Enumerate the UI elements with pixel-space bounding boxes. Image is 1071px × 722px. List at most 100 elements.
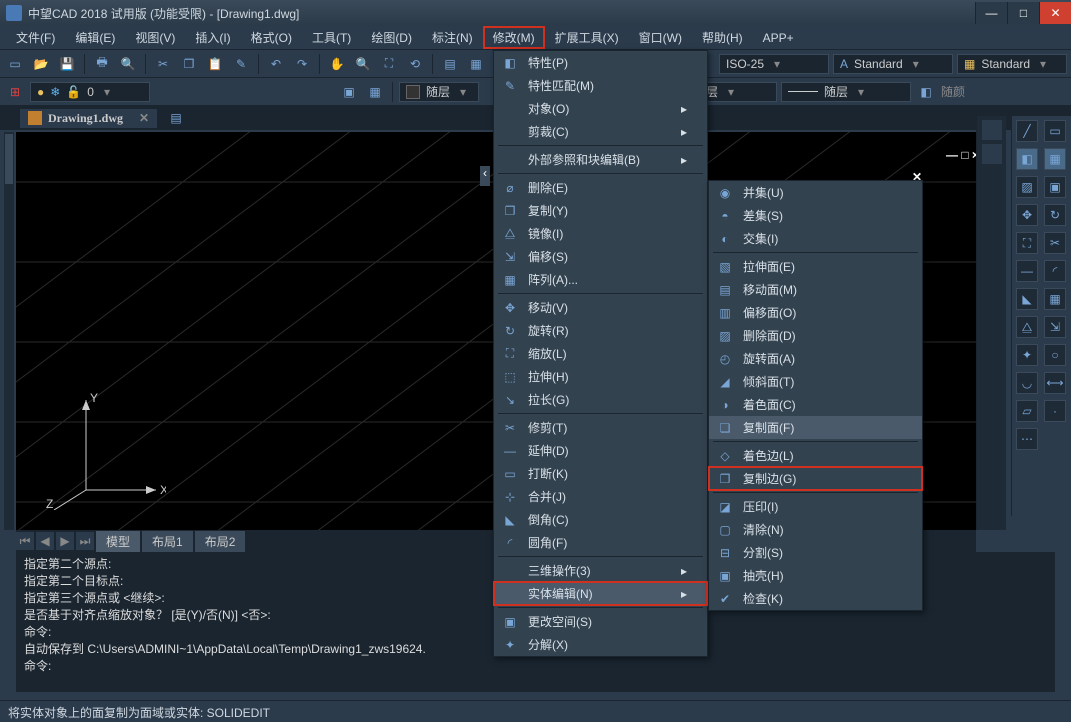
menu-视图[interactable]: 视图(V) xyxy=(125,26,185,49)
close-button[interactable]: ✕ xyxy=(1039,2,1071,24)
copy-icon[interactable]: ❐ xyxy=(178,53,200,75)
menu-item[interactable]: ▢清除(N) xyxy=(709,518,922,541)
properties-icon[interactable]: ▤ xyxy=(439,53,461,75)
paste-icon[interactable]: 📋 xyxy=(204,53,226,75)
preview-icon[interactable]: 🔍 xyxy=(117,53,139,75)
menu-标注[interactable]: 标注(N) xyxy=(422,26,483,49)
palette-handle[interactable]: ‹ xyxy=(480,166,490,186)
menu-item[interactable]: ◪压印(I) xyxy=(709,495,922,518)
menu-APP+[interactable]: APP+ xyxy=(753,28,804,48)
line-tool-icon[interactable]: ╱ xyxy=(1016,120,1038,142)
layout-first-icon[interactable]: ⏮ xyxy=(16,532,34,550)
pan-icon[interactable]: ✋ xyxy=(326,53,348,75)
menu-item[interactable]: ◜圆角(F) xyxy=(494,531,707,554)
new-icon[interactable]: ▭ xyxy=(4,53,26,75)
menu-绘图[interactable]: 绘图(D) xyxy=(361,26,422,49)
dim-style-combo[interactable]: ISO-25▾ xyxy=(719,54,829,74)
block-icon[interactable]: ▣ xyxy=(338,81,360,103)
menu-item[interactable]: ▨删除面(D) xyxy=(709,324,922,347)
menu-item[interactable]: ❐复制(Y) xyxy=(494,199,707,222)
menu-item[interactable]: ◉并集(U) xyxy=(709,181,922,204)
menu-修改[interactable]: 修改(M) xyxy=(483,26,545,49)
menu-item[interactable]: ↻旋转(R) xyxy=(494,319,707,342)
solid-tool-icon[interactable]: ▦ xyxy=(1044,148,1066,170)
layer-manager-icon[interactable]: ⊞ xyxy=(4,81,26,103)
menu-item[interactable]: 三维操作(3)▸ xyxy=(494,559,707,582)
menu-item[interactable]: ⧋镜像(I) xyxy=(494,222,707,245)
layer-combo[interactable]: ●❄🔓 0▾ xyxy=(30,82,150,102)
document-tab[interactable]: Drawing1.dwg ✕ xyxy=(20,109,157,128)
menu-工具[interactable]: 工具(T) xyxy=(302,26,361,49)
minimize-button[interactable]: — xyxy=(975,2,1007,24)
menu-item[interactable]: ✥移动(V) xyxy=(494,296,707,319)
maximize-button[interactable]: □ xyxy=(1007,2,1039,24)
menu-item[interactable]: ⊟分割(S) xyxy=(709,541,922,564)
circle-tool-icon[interactable]: ○ xyxy=(1044,344,1066,366)
more-tool-icon[interactable]: ⋯ xyxy=(1016,428,1038,450)
zoom-prev-icon[interactable]: ⟲ xyxy=(404,53,426,75)
lineweight-combo[interactable]: 随层▾ xyxy=(781,82,911,102)
menu-扩展工具[interactable]: 扩展工具(X) xyxy=(545,26,629,49)
layout-last-icon[interactable]: ⏭ xyxy=(76,532,94,550)
menu-item[interactable]: ⊹合并(J) xyxy=(494,485,707,508)
scale-tool-icon[interactable]: ⛶ xyxy=(1016,232,1038,254)
menu-窗口[interactable]: 窗口(W) xyxy=(629,26,692,49)
extend-tool-icon[interactable]: — xyxy=(1016,260,1038,282)
trim-tool-icon[interactable]: ✂ xyxy=(1044,232,1066,254)
menu-item[interactable]: ◑着色面(C) xyxy=(709,393,922,416)
rect-tool-icon[interactable]: ▭ xyxy=(1044,120,1066,142)
menu-item[interactable]: ▥偏移面(O) xyxy=(709,301,922,324)
menu-item[interactable]: ▧拉伸面(E) xyxy=(709,255,922,278)
menu-插入[interactable]: 插入(I) xyxy=(185,26,240,49)
menu-item[interactable]: —延伸(D) xyxy=(494,439,707,462)
menu-item[interactable]: ◢倾斜面(T) xyxy=(709,370,922,393)
menu-item[interactable]: ⬚拉伸(H) xyxy=(494,365,707,388)
hatch-tool-icon[interactable]: ▨ xyxy=(1016,176,1038,198)
insert-icon[interactable]: ▦ xyxy=(364,81,386,103)
menu-item[interactable]: ▣更改空间(S) xyxy=(494,610,707,633)
menu-item[interactable]: ◣倒角(C) xyxy=(494,508,707,531)
open-icon[interactable]: 📂 xyxy=(30,53,52,75)
menu-格式[interactable]: 格式(O) xyxy=(241,26,302,49)
redo-icon[interactable]: ↷ xyxy=(291,53,313,75)
menu-item[interactable]: ▣抽壳(H) xyxy=(709,564,922,587)
menu-item[interactable]: ◇着色边(L) xyxy=(709,444,922,467)
table-style-combo[interactable]: ▦Standard▾ xyxy=(957,54,1067,74)
menu-编辑[interactable]: 编辑(E) xyxy=(65,26,125,49)
menu-item[interactable]: ▦阵列(A)... xyxy=(494,268,707,291)
new-tab-icon[interactable]: ▤ xyxy=(165,107,187,129)
menu-item[interactable]: ✦分解(X) xyxy=(494,633,707,656)
menu-item[interactable]: ◴旋转面(A) xyxy=(709,347,922,370)
color-combo[interactable]: 随层▾ xyxy=(399,82,479,102)
offset-tool-icon[interactable]: ⇲ xyxy=(1044,316,1066,338)
menu-item[interactable]: ◐交集(I) xyxy=(709,227,922,250)
menu-item[interactable]: 实体编辑(N)▸ xyxy=(494,582,707,605)
tab-close-icon[interactable]: ✕ xyxy=(139,111,149,125)
arc-tool-icon[interactable]: ◡ xyxy=(1016,372,1038,394)
vertical-scrollbar[interactable] xyxy=(4,132,14,530)
move-tool-icon[interactable]: ✥ xyxy=(1016,204,1038,226)
layout-next-icon[interactable]: ▶ xyxy=(56,532,74,550)
fillet-tool-icon[interactable]: ◜ xyxy=(1044,260,1066,282)
menu-item[interactable]: ✔检查(K) xyxy=(709,587,922,610)
menu-item[interactable]: ◧特性(P) xyxy=(494,51,707,74)
zoom-win-icon[interactable]: ⛶ xyxy=(378,53,400,75)
rotate-tool-icon[interactable]: ↻ xyxy=(1044,204,1066,226)
menu-item[interactable]: ✂修剪(T) xyxy=(494,416,707,439)
menu-item[interactable]: ⇲偏移(S) xyxy=(494,245,707,268)
palette-minimize-icon[interactable]: — □ × xyxy=(946,148,979,162)
layout-tab-1[interactable]: 布局1 xyxy=(142,531,193,552)
menu-item[interactable]: ↘拉长(G) xyxy=(494,388,707,411)
menu-item[interactable]: ◓差集(S) xyxy=(709,204,922,227)
menu-item[interactable]: ❏复制面(F) xyxy=(709,416,922,439)
menu-文件[interactable]: 文件(F) xyxy=(6,26,65,49)
menu-item[interactable]: ▤移动面(M) xyxy=(709,278,922,301)
match-icon[interactable]: ✎ xyxy=(230,53,252,75)
dist-tool-icon[interactable]: ⟷ xyxy=(1044,372,1066,394)
bycolor-icon[interactable]: ◧ xyxy=(915,81,937,103)
menu-item[interactable]: 剪裁(C)▸ xyxy=(494,120,707,143)
region-tool-icon[interactable]: ▣ xyxy=(1044,176,1066,198)
layout-tab-model[interactable]: 模型 xyxy=(96,531,140,552)
zoom-rt-icon[interactable]: 🔍 xyxy=(352,53,374,75)
array-tool-icon[interactable]: ▦ xyxy=(1044,288,1066,310)
